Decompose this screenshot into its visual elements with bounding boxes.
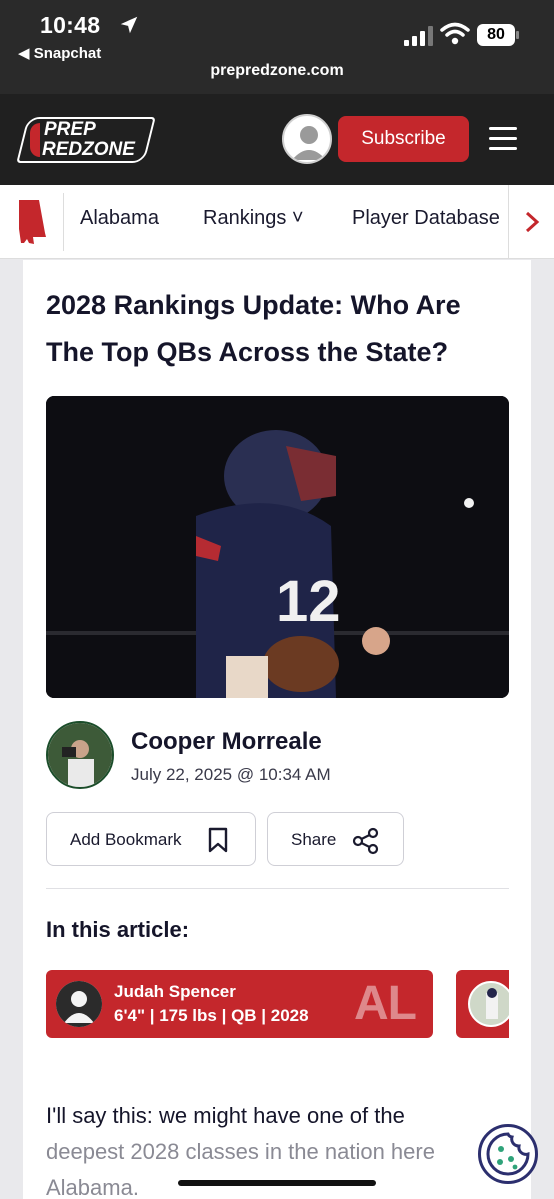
wifi-icon: [440, 22, 470, 45]
logo-stripe: [30, 123, 40, 157]
bookmark-icon: [208, 827, 228, 853]
player-card[interactable]: [456, 970, 509, 1038]
nav-scroll-right-button[interactable]: [508, 185, 554, 258]
player-photo: [470, 983, 509, 1025]
menu-icon[interactable]: [489, 127, 517, 151]
publish-date: July 22, 2025 @ 10:34 AM: [131, 765, 331, 784]
in-this-article-heading: In this article:: [46, 917, 190, 942]
status-bar: 10:48 ◀ Snapchat 80 prepredzone.com: [0, 0, 554, 94]
player-name: Judah Spencer: [114, 982, 236, 1001]
section-divider: [46, 888, 509, 889]
article-paragraph-line: I'll say this: we might have one of the: [46, 1103, 405, 1128]
author-name[interactable]: Cooper Morreale: [131, 728, 322, 756]
category-nav: Alabama Rankings ˅ Player Database: [0, 185, 554, 259]
share-icon: [352, 827, 379, 855]
alabama-state-icon[interactable]: [15, 199, 49, 245]
nav-item-rankings[interactable]: Rankings ˅: [203, 207, 304, 230]
nav-item-alabama[interactable]: Alabama: [80, 207, 159, 230]
author-avatar[interactable]: [46, 721, 114, 789]
article-paragraph-line: deepest 2028 classes in the nation here: [46, 1139, 435, 1164]
add-bookmark-label: Add Bookmark: [70, 830, 182, 849]
location-arrow-icon: [120, 16, 138, 34]
site-logo[interactable]: PREP REDZONE: [16, 117, 156, 163]
svg-text:12: 12: [276, 569, 341, 634]
chevron-right-icon: [525, 211, 540, 233]
player-state-watermark: AL: [354, 977, 417, 1030]
article-headline: 2028 Rankings Update: Who Are The Top QB…: [46, 290, 461, 367]
football-player-photo: 12: [46, 396, 509, 698]
account-avatar-button[interactable]: [282, 114, 332, 164]
player-card[interactable]: Judah Spencer 6'4" | 175 lbs | QB | 2028…: [46, 970, 433, 1038]
user-icon: [56, 981, 102, 1027]
battery-cap: [516, 31, 519, 39]
player-avatar: [468, 981, 509, 1027]
nav-divider: [63, 193, 64, 251]
url-bar[interactable]: prepredzone.com: [0, 62, 554, 80]
back-to-app-link[interactable]: ◀ Snapchat: [18, 44, 101, 62]
clock: 10:48: [40, 12, 101, 38]
add-bookmark-button[interactable]: Add Bookmark: [46, 812, 256, 866]
share-label: Share: [291, 830, 337, 849]
logo-text-prep: PREP: [44, 119, 96, 140]
share-button[interactable]: Share: [267, 812, 404, 866]
player-avatar: [56, 981, 102, 1027]
cookie-icon: [486, 1132, 530, 1176]
player-meta: 6'4" | 175 lbs | QB | 2028: [114, 1006, 309, 1025]
nav-item-player-database[interactable]: Player Database: [352, 207, 500, 230]
hero-image[interactable]: 12: [46, 396, 509, 698]
cellular-signal-icon: [404, 26, 433, 46]
cookie-settings-button[interactable]: [478, 1124, 538, 1184]
subscribe-button[interactable]: Subscribe: [338, 116, 469, 162]
logo-text-redzone: REDZONE: [42, 139, 135, 160]
home-indicator: [178, 1180, 376, 1186]
battery-indicator: 80: [477, 24, 515, 46]
